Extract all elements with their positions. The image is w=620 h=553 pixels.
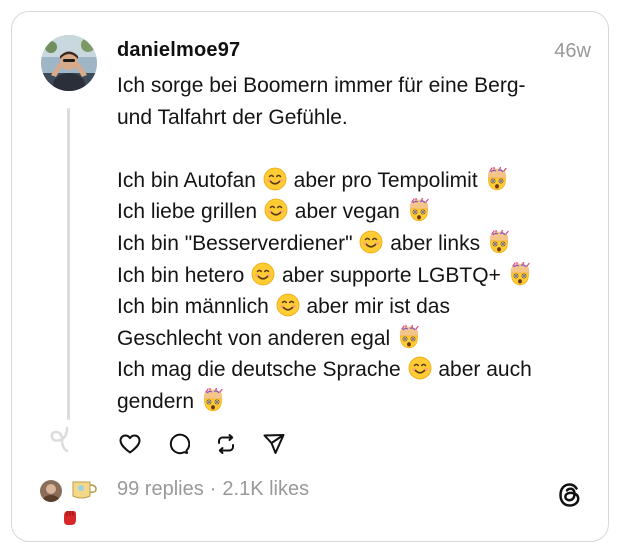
profile-photo (41, 35, 97, 91)
text-line: Geschlecht von anderen egal (117, 323, 577, 355)
text-segment: gendern (117, 389, 195, 413)
text-segment: Ich sorge bei Boomern immer für eine Ber… (117, 74, 526, 97)
exploding-head-icon (486, 166, 507, 191)
text-line: Ich liebe grillen aber vegan (117, 196, 577, 228)
smiling-face-icon (275, 293, 300, 317)
exploding-head-icon (399, 324, 419, 349)
share-button[interactable] (261, 431, 287, 457)
exploding-head-icon (509, 261, 530, 286)
text-line: Ich bin "Besserverdiener" aber links (117, 228, 577, 260)
post-timestamp[interactable]: 46w (554, 40, 591, 63)
exploding-head-icon (408, 198, 429, 223)
text-line: und Talfahrt der Gefühle. (117, 102, 577, 134)
text-segment: aber links (390, 231, 481, 255)
text-segment: Ich bin hetero (117, 263, 245, 287)
text-segment: aber supporte LGBTQ+ (281, 263, 501, 287)
post-actions (117, 430, 287, 458)
repost-icon (218, 434, 234, 454)
exploding-head-icon (203, 387, 223, 412)
likes-count[interactable]: 2.1K likes (222, 478, 309, 500)
text-segment: aber pro Tempolimit (293, 168, 478, 192)
text-line: Ich bin männlich aber mir ist das (117, 291, 577, 323)
text-line: gendern (117, 386, 577, 418)
avatar (58, 506, 80, 528)
text-segment: Geschlecht von anderen egal (117, 326, 391, 350)
like-button[interactable] (117, 431, 143, 457)
reply-button[interactable] (165, 431, 191, 457)
avatar (70, 476, 98, 500)
text-segment: Ich bin männlich (117, 295, 269, 319)
smiling-face-icon (407, 356, 432, 381)
stats-separator: · (209, 478, 217, 500)
smiling-face-icon (264, 198, 288, 223)
text-segment: Ich bin Autofan (117, 168, 256, 192)
send-icon (263, 434, 285, 454)
text-line: Ich bin Autofan aber pro Tempolimit (117, 165, 577, 197)
text-line: Ich bin hetero aber supporte LGBTQ+ (117, 260, 577, 292)
replies-count[interactable]: 99 replies (117, 478, 204, 500)
thread-loop-icon (50, 426, 69, 453)
smiling-face-icon (262, 166, 287, 191)
text-segment: Ich mag die deutsche Sprache (117, 358, 401, 382)
comment-bubble-icon (169, 433, 190, 455)
post-stats: 99 replies · 2.1K likes (117, 478, 309, 501)
username[interactable]: danielmoe97 (117, 39, 240, 62)
heart-icon (119, 434, 141, 454)
text-segment: Ich bin "Besserverdiener" (117, 231, 353, 255)
text-line: Ich sorge bei Boomern immer für eine Ber… (117, 70, 577, 102)
text-segment: aber auch (438, 358, 532, 382)
text-segment: und Talfahrt der Gefühle. (117, 105, 348, 129)
avatar (40, 480, 62, 502)
exploding-head-icon (489, 229, 509, 254)
thread-connector-line (67, 108, 70, 420)
text-segment: aber mir ist das (306, 295, 450, 319)
avatar[interactable] (41, 35, 97, 91)
reply-avatars[interactable] (38, 476, 100, 530)
repost-button[interactable] (213, 431, 239, 457)
text-segment: aber vegan (294, 200, 400, 224)
post-text: Ich sorge bei Boomern immer für eine Ber… (117, 70, 577, 418)
text-line: Ich mag die deutsche Sprache aber auch (117, 354, 577, 386)
smiling-face-icon (251, 261, 275, 286)
text-segment: Ich liebe grillen (117, 200, 258, 224)
threads-logo-icon[interactable] (555, 480, 585, 510)
smiling-face-icon (359, 230, 384, 254)
